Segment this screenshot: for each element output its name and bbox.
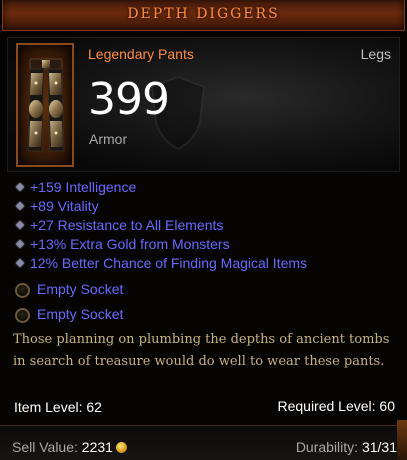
durability-label: Durability: bbox=[295, 439, 359, 455]
bullet-icon bbox=[15, 221, 25, 230]
sell-value: Sell Value: 2231 bbox=[12, 439, 127, 455]
bullet-icon bbox=[15, 183, 25, 192]
bullet-icon bbox=[15, 202, 25, 211]
tooltip-footer: Sell Value: 2231 Durability: 31/31 bbox=[0, 425, 407, 460]
affix-text: +159 Intelligence bbox=[30, 179, 137, 195]
item-title-bar: DEPTH DIGGERS bbox=[2, 0, 405, 31]
bullet-icon bbox=[15, 240, 25, 249]
affix-text: 12% Better Chance of Finding Magical Ite… bbox=[30, 255, 308, 271]
pants-icon bbox=[27, 58, 65, 152]
affix-item: 12% Better Chance of Finding Magical Ite… bbox=[14, 254, 394, 273]
required-level: Required Level: 60 bbox=[277, 398, 395, 414]
armor-label: Armor bbox=[89, 131, 128, 147]
affix-list: +159 Intelligence +89 Vitality +27 Resis… bbox=[14, 178, 394, 273]
item-type: Legendary Pants bbox=[88, 46, 194, 62]
affix-item: +27 Resistance to All Elements bbox=[14, 216, 394, 235]
empty-socket-icon bbox=[15, 282, 30, 298]
durability-value: 31/31 bbox=[361, 439, 397, 455]
bullet-icon bbox=[15, 259, 25, 268]
gold-coin-icon bbox=[115, 441, 127, 453]
sell-value-label: Sell Value: bbox=[12, 439, 78, 455]
flavor-text: Those planning on plumbing the depths of… bbox=[13, 332, 390, 369]
item-name: DEPTH DIGGERS bbox=[127, 6, 280, 22]
affix-item: +159 Intelligence bbox=[14, 178, 394, 197]
socket-label: Empty Socket bbox=[37, 281, 124, 297]
affix-text: +89 Vitality bbox=[30, 198, 99, 214]
socket-item: Empty Socket bbox=[14, 279, 394, 304]
affix-text: +13% Extra Gold from Monsters bbox=[30, 236, 230, 252]
affix-text: +27 Resistance to All Elements bbox=[30, 217, 224, 233]
affix-item: +89 Vitality bbox=[14, 197, 394, 216]
socket-item: Empty Socket bbox=[14, 304, 394, 329]
item-tooltip: DEPTH DIGGERS Legendary Pants Legs 399 A… bbox=[0, 0, 407, 460]
durability: Durability: 31/31 bbox=[296, 439, 397, 455]
socket-list: Empty Socket Empty Socket bbox=[14, 279, 394, 329]
item-slot: Legs bbox=[360, 46, 391, 62]
item-header: Legendary Pants Legs 399 Armor bbox=[7, 37, 400, 172]
frame-edge-decoration bbox=[397, 420, 407, 460]
sell-value-amount: 2231 bbox=[81, 439, 113, 455]
item-level: Item Level: 62 bbox=[14, 399, 102, 415]
item-icon-frame bbox=[16, 43, 74, 167]
armor-value: 399 bbox=[88, 74, 170, 125]
affix-item: +13% Extra Gold from Monsters bbox=[14, 235, 394, 254]
empty-socket-icon bbox=[15, 307, 30, 323]
socket-label: Empty Socket bbox=[37, 306, 124, 322]
